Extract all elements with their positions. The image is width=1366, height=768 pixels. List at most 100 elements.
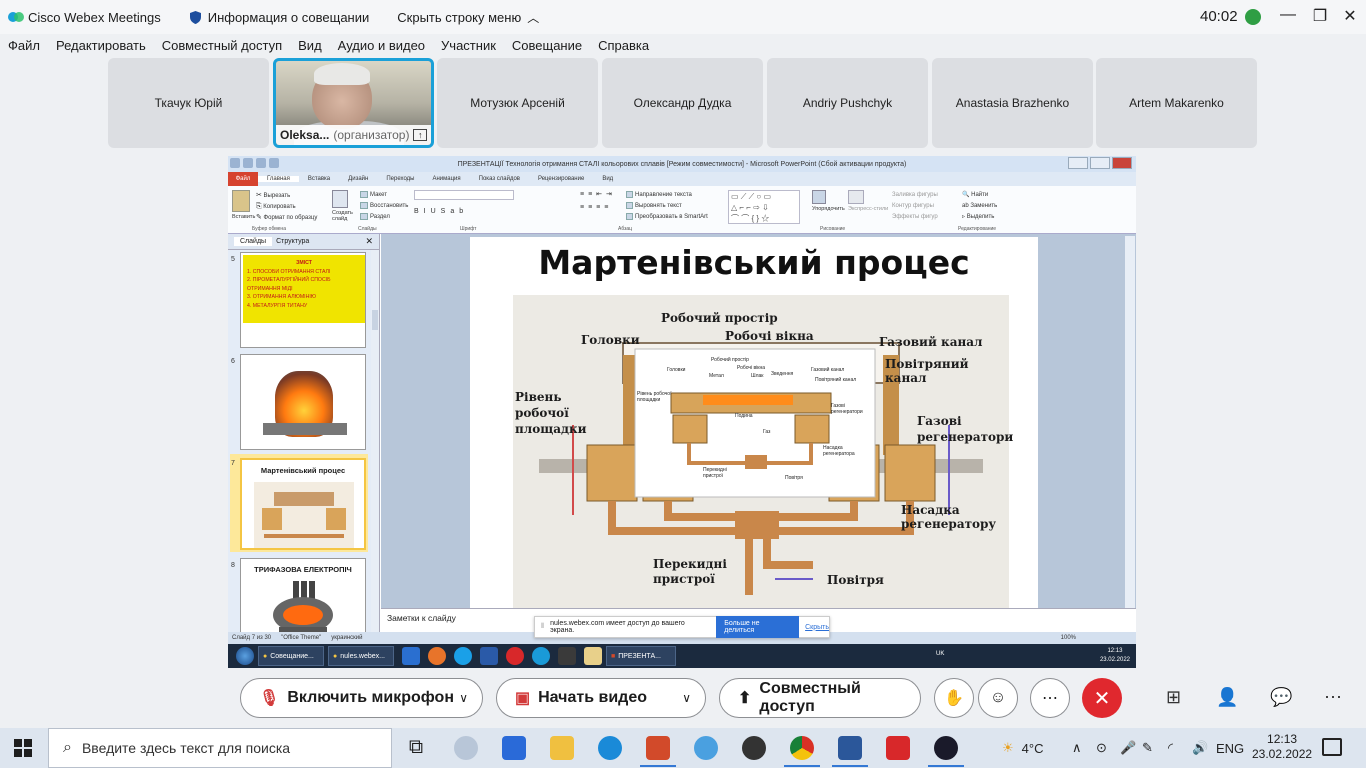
- video-button[interactable]: ▣ Начать видео ∨: [496, 678, 706, 718]
- new-slide-icon[interactable]: [332, 190, 348, 208]
- task-view-icon[interactable]: ⧉: [404, 736, 428, 760]
- inner-lang[interactable]: UK: [936, 651, 944, 657]
- ribbon-tab-file[interactable]: Файл: [228, 172, 258, 186]
- store-icon[interactable]: [502, 736, 526, 760]
- participant-tile[interactable]: Anastasia Brazhenko: [932, 58, 1093, 148]
- menu-share[interactable]: Совместный доступ: [154, 36, 290, 56]
- ribbon-tab-slideshow[interactable]: Показ слайдов: [470, 176, 529, 182]
- slide-thumbnail[interactable]: [240, 354, 366, 450]
- ie-icon[interactable]: [402, 647, 420, 665]
- menu-participant[interactable]: Участник: [433, 36, 504, 56]
- share-button[interactable]: ⬆ Совместный доступ: [719, 678, 921, 718]
- ribbon-tab-insert[interactable]: Вставка: [299, 176, 339, 182]
- format-painter-button[interactable]: ✎ Формат по образцу: [256, 212, 317, 223]
- mic-button[interactable]: 🎙 Включить микрофон ∨: [240, 678, 483, 718]
- word-icon[interactable]: [480, 647, 498, 665]
- word-icon[interactable]: [838, 736, 862, 760]
- hide-notice-link[interactable]: Скрыть: [805, 624, 829, 631]
- find-button[interactable]: 🔍 Найти: [962, 190, 997, 201]
- windows-start-button[interactable]: [14, 739, 32, 757]
- participant-tile[interactable]: Andriy Pushchyk: [767, 58, 928, 148]
- tab-slides[interactable]: Слайды: [234, 237, 273, 246]
- participant-tile[interactable]: Ткачук Юрій: [108, 58, 269, 148]
- webex-icon[interactable]: [934, 736, 958, 760]
- folder-icon[interactable]: [584, 647, 602, 665]
- edge-icon[interactable]: [598, 736, 622, 760]
- reactions-button[interactable]: ☺: [978, 678, 1018, 718]
- leave-meeting-button[interactable]: ✕: [1082, 678, 1122, 718]
- meeting-info-button[interactable]: Информация о совещании: [189, 10, 369, 25]
- font-format-buttons[interactable]: BIUSab: [414, 208, 514, 215]
- align-buttons[interactable]: ≡≡≡≡: [580, 204, 616, 211]
- list-buttons[interactable]: ≡≡⇤⇥: [580, 190, 616, 198]
- acrobat-icon[interactable]: [886, 736, 910, 760]
- stop-sharing-button[interactable]: Больше не делиться: [716, 616, 800, 638]
- powerpoint-icon[interactable]: [646, 736, 670, 760]
- paste-icon[interactable]: [232, 190, 250, 212]
- menu-help[interactable]: Справка: [590, 36, 657, 56]
- more-icon[interactable]: ⋯: [1324, 687, 1342, 708]
- taskbar-search-box[interactable]: ⌕ Введите здесь текст для поиска: [48, 728, 392, 768]
- hide-menu-button[interactable]: Скрыть строку меню ︿: [397, 9, 539, 26]
- section-button[interactable]: Раздел: [360, 212, 408, 223]
- windows-start-icon[interactable]: [236, 647, 254, 665]
- minimize-button[interactable]: —: [1278, 6, 1298, 24]
- taskbar-item-browser[interactable]: ● nules.webex...: [328, 646, 394, 666]
- participant-tile[interactable]: Мотузюк Арсеній: [437, 58, 598, 148]
- media-player-icon[interactable]: [742, 736, 766, 760]
- tab-outline[interactable]: Структура: [276, 238, 309, 245]
- paint-icon[interactable]: [454, 736, 478, 760]
- copy-button[interactable]: ⎘ Копировать: [256, 201, 317, 212]
- menu-audio-video[interactable]: Аудио и видео: [330, 36, 433, 56]
- select-button[interactable]: ▹ Выделить: [962, 212, 997, 223]
- webex-tray-icon[interactable]: ⊙: [1096, 728, 1107, 768]
- skype-icon[interactable]: [454, 647, 472, 665]
- text-direction-button[interactable]: Направление текста: [626, 190, 708, 201]
- system-clock[interactable]: 12:13 23.02.2022: [1252, 732, 1312, 762]
- slide-scrollbar[interactable]: [1125, 236, 1135, 608]
- participants-icon[interactable]: 👤: [1216, 687, 1238, 708]
- menu-file[interactable]: Файл: [0, 36, 48, 56]
- close-icon[interactable]: ✕: [365, 236, 373, 247]
- menu-edit[interactable]: Редактировать: [48, 36, 154, 56]
- quick-styles-button[interactable]: Экспресс-стили: [848, 190, 888, 212]
- ribbon-tab-design[interactable]: Дизайн: [339, 176, 377, 182]
- cut-button[interactable]: ✂ Вырезать: [256, 190, 317, 201]
- shapes-gallery[interactable]: ▭ ⟋ ⟋ ○ ▭ △ ⌐ ⌐ ⇨ ⇩ ⌒ ⌒ { } ☆: [728, 190, 800, 224]
- arrange-button[interactable]: Упорядочить: [812, 190, 845, 212]
- chevron-down-icon[interactable]: ∨: [682, 691, 691, 705]
- shape-effects-button[interactable]: Эффекты фигур: [892, 212, 938, 223]
- slides-panel-scrollbar[interactable]: [371, 250, 379, 636]
- menu-view[interactable]: Вид: [290, 36, 330, 56]
- ribbon-tab-transitions[interactable]: Переходы: [377, 176, 423, 182]
- smartart-button[interactable]: Преобразовать в SmartArt: [626, 212, 708, 223]
- firefox-icon[interactable]: [428, 647, 446, 665]
- close-button[interactable]: ✕: [1340, 6, 1360, 26]
- ribbon-tab-review[interactable]: Рецензирование: [529, 176, 593, 182]
- participant-tile[interactable]: Artem Makarenko: [1096, 58, 1257, 148]
- chevron-up-icon[interactable]: ∧: [1072, 728, 1082, 768]
- apps-icon[interactable]: ⊞: [1166, 687, 1181, 708]
- participant-tile[interactable]: Олександр Дудка: [602, 58, 763, 148]
- shape-fill-button[interactable]: Заливка фигуры: [892, 190, 938, 201]
- media-icon[interactable]: [558, 647, 576, 665]
- maximize-button[interactable]: ❐: [1310, 6, 1330, 26]
- notifications-icon[interactable]: [1322, 738, 1342, 756]
- microphone-icon[interactable]: 🎤: [1120, 728, 1136, 768]
- more-options-button[interactable]: ⋯: [1030, 678, 1070, 718]
- network-signal-icon[interactable]: [1245, 9, 1261, 25]
- edge-icon[interactable]: [532, 647, 550, 665]
- chevron-down-icon[interactable]: ∨: [459, 691, 468, 705]
- opera-icon[interactable]: [506, 647, 524, 665]
- taskbar-item-meeting[interactable]: ● Совещание...: [258, 646, 324, 666]
- menu-meeting[interactable]: Совещание: [504, 36, 590, 56]
- slide-thumbnail[interactable]: ТРИФАЗОВА ЕЛЕКТРОПІЧ: [240, 558, 366, 636]
- wifi-icon[interactable]: ◜: [1168, 728, 1173, 768]
- font-selector[interactable]: [414, 190, 514, 200]
- reset-button[interactable]: Восстановить: [360, 201, 408, 212]
- align-text-button[interactable]: Выровнять текст: [626, 201, 708, 212]
- ribbon-tab-view[interactable]: Вид: [593, 176, 622, 182]
- participant-tile-video[interactable]: Oleksa... (организатор) ↑: [273, 58, 434, 148]
- language-indicator[interactable]: ENG: [1216, 728, 1244, 768]
- shapes-icon[interactable]: ▭ ⟋ ⟋ ○ ▭ △ ⌐ ⌐ ⇨ ⇩ ⌒ ⌒ { } ☆: [728, 190, 800, 224]
